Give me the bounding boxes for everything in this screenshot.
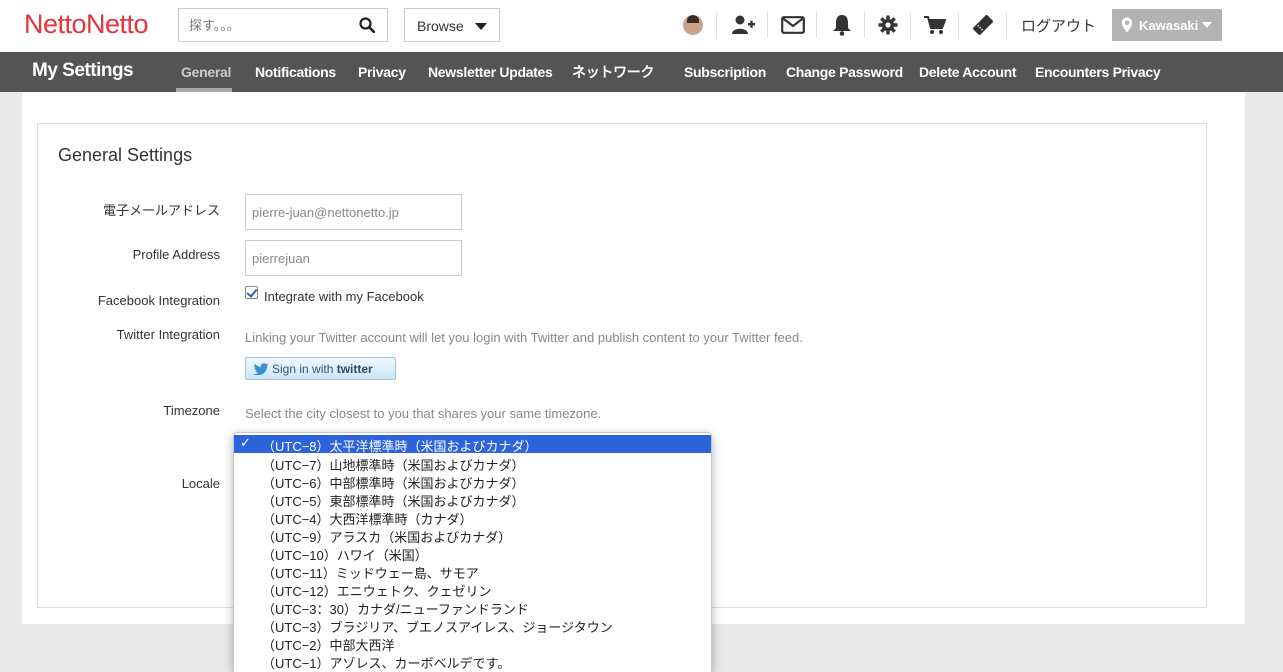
- divider: [864, 12, 865, 38]
- search-input[interactable]: [179, 9, 349, 41]
- timezone-option[interactable]: （UTC−9）アラスカ（米国およびカナダ）: [234, 526, 711, 545]
- email-field[interactable]: pierre-juan@nettonetto.jp: [245, 194, 462, 230]
- settings-nav: My Settings General Notifications Privac…: [0, 52, 1283, 92]
- bell-icon[interactable]: [829, 12, 855, 38]
- timezone-option-label: （UTC−3）ブラジリア、ブエノスアイレス、ジョージタウン: [262, 620, 613, 635]
- timezone-option-label: （UTC−3：30）カナダ/ニューファンドランド: [262, 602, 529, 617]
- add-friend-icon[interactable]: [730, 12, 756, 38]
- top-bar: NettoNetto Browse ログアウト Kawasa: [0, 0, 1283, 52]
- divider: [910, 12, 911, 38]
- chevron-down-icon: [475, 23, 487, 30]
- tab-subscription[interactable]: Subscription: [684, 64, 766, 80]
- divider: [767, 12, 768, 38]
- search-icon[interactable]: [359, 17, 376, 38]
- twitter-button-brand: twitter: [336, 362, 373, 376]
- tab-change-password[interactable]: Change Password: [786, 64, 903, 80]
- timezone-option-label: （UTC−10）ハワイ（米国）: [262, 548, 428, 563]
- chevron-down-icon: [1202, 22, 1212, 28]
- tab-general[interactable]: General: [181, 64, 231, 80]
- timezone-option[interactable]: （UTC−6）中部標準時（米国およびカナダ）: [234, 472, 711, 491]
- tab-privacy[interactable]: Privacy: [358, 64, 406, 80]
- timezone-option[interactable]: （UTC−3：30）カナダ/ニューファンドランド: [234, 598, 711, 617]
- location-dropdown[interactable]: Kawasaki: [1112, 9, 1222, 41]
- timezone-option[interactable]: （UTC−7）山地標準時（米国およびカナダ）: [234, 454, 711, 473]
- timezone-option-label: （UTC−5）東部標準時（米国およびカナダ）: [262, 494, 525, 509]
- email-label: 電子メールアドレス: [102, 203, 220, 218]
- timezone-option[interactable]: （UTC−2）中部大西洋: [234, 634, 711, 653]
- ticket-icon[interactable]: [970, 12, 996, 38]
- tab-encounters-privacy[interactable]: Encounters Privacy: [1035, 64, 1161, 80]
- cart-icon[interactable]: [922, 12, 948, 38]
- search-box: [178, 8, 388, 42]
- timezone-option[interactable]: （UTC−11）ミッドウェー島、サモア: [234, 562, 711, 581]
- timezone-option-label: （UTC−4）大西洋標準時（カナダ）: [262, 512, 473, 527]
- timezone-option[interactable]: （UTC−1）アゾレス、カーボベルデです。: [234, 652, 711, 671]
- twitter-sign-in-button[interactable]: Sign in with twitter: [245, 357, 396, 380]
- timezone-option-label: （UTC−6）中部標準時（米国およびカナダ）: [262, 476, 525, 491]
- twitter-bird-icon: [253, 363, 269, 378]
- timezone-option[interactable]: （UTC−10）ハワイ（米国）: [234, 544, 711, 563]
- twitter-button-prefix: Sign in with: [272, 362, 334, 376]
- timezone-select-list[interactable]: ✓ （UTC−8）太平洋標準時（米国およびカナダ） （UTC−7）山地標準時（米…: [233, 432, 712, 672]
- twitter-integration-label: Twitter Integration: [116, 327, 220, 342]
- section-title: General Settings: [58, 145, 193, 165]
- timezone-option-label: （UTC−12）エニウェトク、クェゼリン: [262, 584, 492, 599]
- timezone-option-label: （UTC−11）ミッドウェー島、サモア: [262, 566, 479, 581]
- page-title: My Settings: [32, 60, 134, 81]
- timezone-label: Timezone: [163, 403, 220, 418]
- mail-icon[interactable]: [780, 12, 806, 38]
- facebook-integration-label: Facebook Integration: [97, 293, 220, 308]
- map-pin-icon: [1121, 17, 1133, 36]
- tab-notifications[interactable]: Notifications: [255, 64, 336, 80]
- timezone-option-label: （UTC−9）アラスカ（米国およびカナダ）: [262, 530, 512, 545]
- timezone-help-text: Select the city closest to you that shar…: [245, 406, 602, 421]
- timezone-option[interactable]: （UTC−5）東部標準時（米国およびカナダ）: [234, 490, 711, 509]
- site-logo[interactable]: NettoNetto: [24, 9, 149, 40]
- checkmark-icon: ✓: [240, 435, 251, 450]
- browse-dropdown[interactable]: Browse: [404, 8, 500, 42]
- twitter-help-text: Linking your Twitter account will let yo…: [245, 330, 803, 345]
- timezone-option-label: （UTC−2）中部大西洋: [262, 638, 395, 653]
- profile-address-label: Profile Address: [132, 247, 220, 262]
- facebook-checkbox[interactable]: [245, 286, 258, 299]
- facebook-checkbox-label[interactable]: Integrate with my Facebook: [264, 289, 424, 304]
- logout-link[interactable]: ログアウト: [1021, 15, 1096, 36]
- timezone-option[interactable]: （UTC−12）エニウェトク、クェゼリン: [234, 580, 711, 599]
- timezone-option-label: （UTC−7）山地標準時（米国およびカナダ）: [262, 458, 525, 473]
- location-label: Kawasaki: [1139, 18, 1199, 33]
- tab-delete-account[interactable]: Delete Account: [919, 64, 1017, 80]
- tab-network[interactable]: ネットワーク: [572, 62, 655, 82]
- avatar[interactable]: [683, 15, 703, 35]
- divider: [816, 12, 817, 38]
- timezone-option[interactable]: （UTC−4）大西洋標準時（カナダ）: [234, 508, 711, 527]
- timezone-option[interactable]: （UTC−3）ブラジリア、ブエノスアイレス、ジョージタウン: [234, 616, 711, 635]
- timezone-option-label: （UTC−8）太平洋標準時（米国およびカナダ）: [262, 439, 538, 454]
- divider: [1006, 12, 1007, 38]
- timezone-option[interactable]: ✓ （UTC−8）太平洋標準時（米国およびカナダ）: [234, 435, 711, 454]
- divider: [716, 12, 717, 38]
- browse-label: Browse: [417, 18, 464, 34]
- timezone-option-label: （UTC−1）アゾレス、カーボベルデです。: [262, 656, 511, 671]
- gear-icon[interactable]: [875, 12, 901, 38]
- locale-label: Locale: [181, 476, 220, 491]
- divider: [958, 12, 959, 38]
- profile-address-field[interactable]: pierrejuan: [245, 240, 462, 276]
- tab-newsletter-updates[interactable]: Newsletter Updates: [428, 64, 553, 80]
